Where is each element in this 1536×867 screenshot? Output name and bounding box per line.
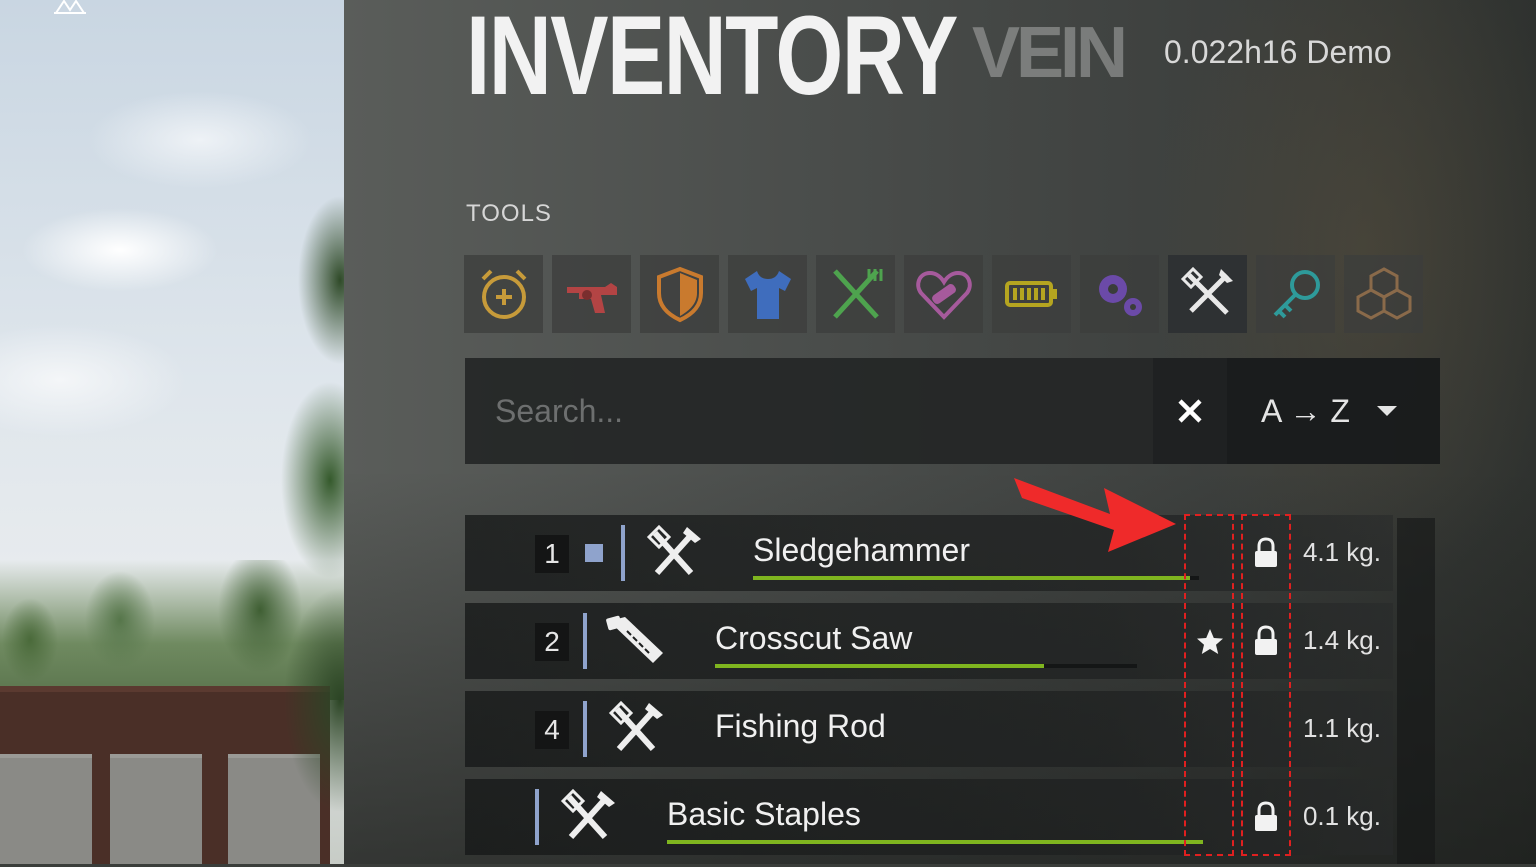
chevron-down-icon <box>1376 406 1397 416</box>
tab-keys[interactable] <box>1256 255 1335 333</box>
hammer-wrench-icon <box>608 701 663 752</box>
row-divider <box>583 613 587 669</box>
tab-medical[interactable] <box>904 255 983 333</box>
tab-armor[interactable] <box>640 255 719 333</box>
battery-icon <box>1004 281 1057 307</box>
tab-tools[interactable] <box>1168 255 1247 333</box>
item-name: Sledgehammer <box>753 532 970 568</box>
condition-fill <box>667 840 1203 844</box>
category-tabs <box>464 255 1423 333</box>
tab-electronics[interactable] <box>992 255 1071 333</box>
close-icon <box>1178 399 1202 423</box>
garage-door <box>110 754 202 864</box>
hammer-wrench-icon <box>560 789 615 840</box>
condition-bar <box>715 664 1137 668</box>
fork-knife-icon <box>832 269 882 319</box>
item-name: Crosscut Saw <box>715 620 913 656</box>
condition-bar <box>667 840 1203 844</box>
row-divider <box>583 701 587 757</box>
tab-weapons[interactable] <box>552 255 631 333</box>
scrollbar[interactable] <box>1397 518 1435 864</box>
logo-icon <box>52 0 88 14</box>
page-title: INVENTORY <box>466 0 958 118</box>
version-label: 0.022h16 Demo <box>1164 34 1392 70</box>
search-input[interactable] <box>493 391 1137 431</box>
search-bar: A → Z <box>465 358 1440 464</box>
boxes-icon <box>1356 267 1411 320</box>
item-weight: 4.1 kg. <box>1302 537 1381 567</box>
condition-fill <box>715 664 1045 668</box>
annotation-arrow-icon <box>1014 478 1176 552</box>
tab-materials[interactable] <box>1344 255 1423 333</box>
item-weight: 1.1 kg. <box>1302 713 1381 743</box>
sort-label: A → Z <box>1261 392 1350 429</box>
hammer-wrench-icon <box>646 525 701 576</box>
shield-icon <box>656 266 703 323</box>
revolver-icon <box>566 283 617 313</box>
lock-column-highlight <box>1241 514 1291 856</box>
condition-fill <box>753 576 1191 580</box>
bandaged-heart-icon <box>915 270 972 320</box>
condition-bar <box>753 576 1199 580</box>
category-label: TOOLS <box>466 200 552 227</box>
tab-food[interactable] <box>816 255 895 333</box>
tab-parts[interactable] <box>1080 255 1159 333</box>
alarm-clock-icon <box>481 269 526 319</box>
gears-icon <box>1098 275 1142 316</box>
sort-dropdown[interactable]: A → Z <box>1227 358 1440 464</box>
hotbar-slot-number: 2 <box>535 623 569 661</box>
tab-clothing[interactable] <box>728 255 807 333</box>
favorite-column-highlight <box>1184 514 1234 856</box>
item-name: Basic Staples <box>667 796 861 832</box>
tshirt-icon <box>744 271 791 319</box>
equipped-marker <box>585 544 603 562</box>
game-logo-watermark: VEIN <box>972 13 1128 93</box>
item-weight: 1.4 kg. <box>1302 625 1381 655</box>
tab-alarm-clock[interactable] <box>464 255 543 333</box>
item-weight: 0.1 kg. <box>1302 801 1381 831</box>
hammer-wrench-icon <box>1180 266 1233 315</box>
item-name: Fishing Rod <box>715 708 886 744</box>
hotbar-slot-number: 1 <box>535 535 569 573</box>
hotbar-slot-number: 4 <box>535 711 569 749</box>
garage-door <box>0 754 92 864</box>
row-divider <box>621 525 625 581</box>
saw-icon <box>606 615 663 663</box>
key-icon <box>1273 270 1320 319</box>
row-divider <box>535 789 539 845</box>
